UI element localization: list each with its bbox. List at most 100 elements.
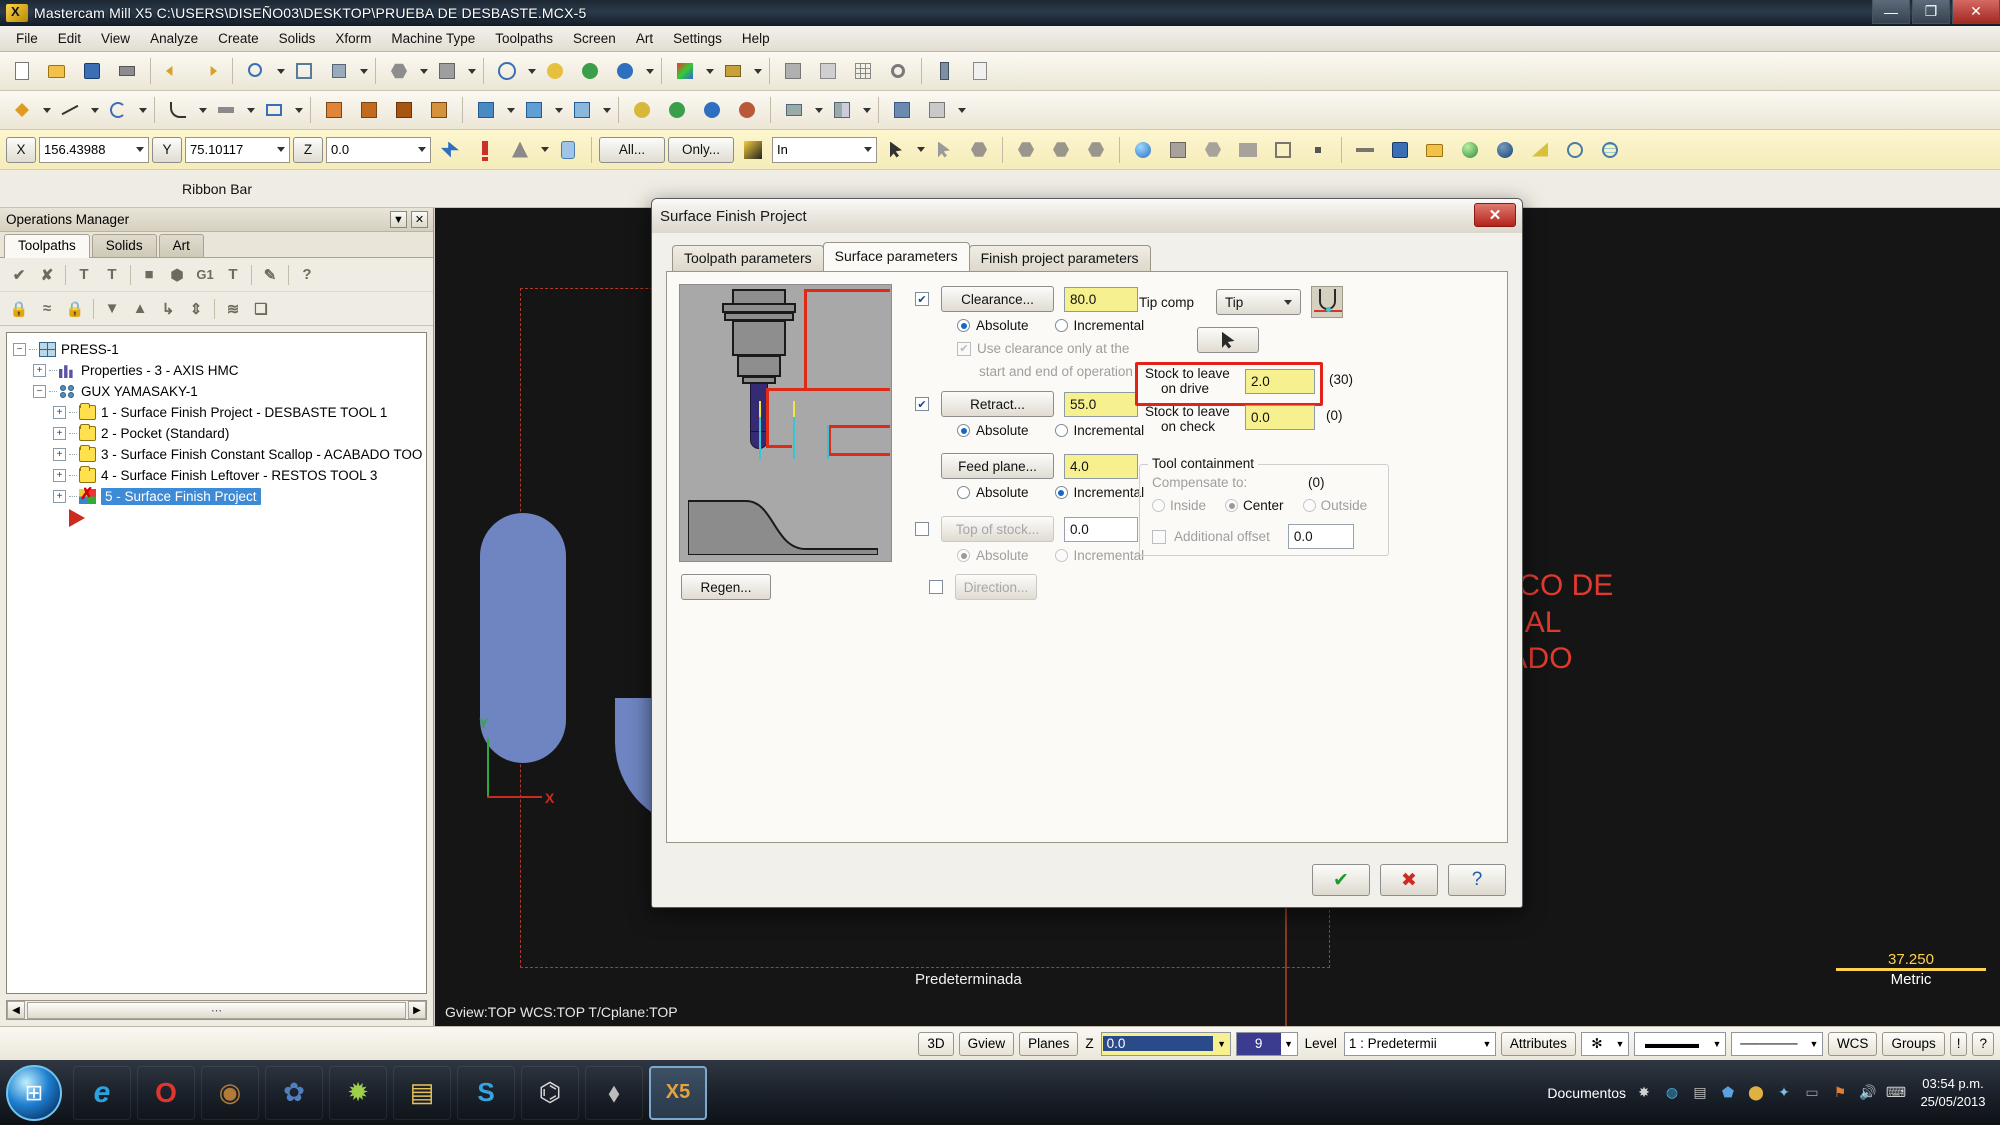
save-file-icon[interactable] <box>76 57 108 86</box>
status-planes-button[interactable]: Planes <box>1019 1031 1079 1056</box>
select-arrow-icon[interactable] <box>880 135 912 164</box>
top-of-stock-button[interactable]: Top of stock... <box>941 516 1054 542</box>
undo-icon[interactable] <box>158 57 190 86</box>
mask-group-icon[interactable] <box>1232 135 1264 164</box>
status-groups-button[interactable]: Groups <box>1882 1031 1945 1056</box>
status-gview-button[interactable]: Gview <box>958 1031 1015 1056</box>
blank-icon[interactable] <box>812 57 844 86</box>
help-ops-icon[interactable]: ? <box>294 262 320 288</box>
taskbar-skype-icon[interactable]: S <box>457 1065 515 1120</box>
select-cursor-icon[interactable] <box>928 135 960 164</box>
expander-op-4[interactable]: + <box>53 469 66 482</box>
clearance-absolute-radio[interactable] <box>957 319 970 332</box>
expander-op-3[interactable]: + <box>53 448 66 461</box>
menu-analyze[interactable]: Analyze <box>140 28 208 49</box>
top-of-stock-value-input[interactable]: 0.0 <box>1064 516 1138 542</box>
compensate-outside-radio[interactable] <box>1302 499 1316 512</box>
taskbar-mastercam-tool-icon[interactable]: ⌬ <box>521 1065 579 1120</box>
chevron-down-icon-color[interactable]: ▼ <box>1281 1033 1297 1055</box>
retract-value-input[interactable]: 55.0 <box>1064 391 1138 417</box>
select-all-ops-icon[interactable]: ✔ <box>6 262 32 288</box>
retract-absolute-radio[interactable] <box>957 424 970 437</box>
solid-loft-icon[interactable] <box>731 96 763 125</box>
taskbar-app-globe-icon[interactable]: ✿ <box>265 1065 323 1120</box>
chevron-down-icon-12[interactable] <box>199 107 207 113</box>
chevron-down-icon-16[interactable] <box>555 107 563 113</box>
retract-button[interactable]: Retract... <box>941 391 1054 417</box>
pocket-toolpath-icon[interactable] <box>388 96 420 125</box>
taskbar-app-ball-icon[interactable]: ◉ <box>201 1065 259 1120</box>
mask-point-icon[interactable] <box>1302 135 1334 164</box>
color-picker-icon[interactable] <box>669 57 701 86</box>
create-arc-icon[interactable] <box>102 96 134 125</box>
measure-icon[interactable] <box>1349 135 1381 164</box>
contour-toolpath-icon[interactable] <box>353 96 385 125</box>
chevron-down-icon-9[interactable] <box>43 107 51 113</box>
network-icon[interactable]: ✸ <box>1634 1083 1654 1103</box>
tree-node-gux-yamasaky[interactable]: − GUX YAMASAKY-1 <box>13 381 422 402</box>
chevron-down-icon-6[interactable] <box>646 68 654 74</box>
feed-plane-incremental-radio[interactable] <box>1054 486 1068 499</box>
status-wcs-button[interactable]: WCS <box>1827 1031 1878 1056</box>
chevron-down-icon-mid[interactable] <box>541 147 549 152</box>
chevron-down-icon-tipcomp[interactable] <box>1284 299 1293 305</box>
face-toolpath-icon[interactable] <box>423 96 455 125</box>
select-only-button[interactable]: Only... <box>668 136 734 163</box>
chevron-down-icon-10[interactable] <box>91 107 99 113</box>
save-as-icon[interactable] <box>1384 135 1416 164</box>
chevron-down-icon-point[interactable]: ▼ <box>1612 1033 1628 1055</box>
status-point-style[interactable]: ✻ ▼ <box>1580 1031 1629 1056</box>
scroll-thumb[interactable]: ⋯ <box>27 1001 406 1019</box>
panel-close-icon[interactable]: ✕ <box>411 211 428 228</box>
menu-edit[interactable]: Edit <box>48 28 91 49</box>
status-z-input[interactable]: 0.0 ▼ <box>1100 1031 1231 1056</box>
z-coord-label[interactable]: Z <box>293 136 323 163</box>
move-down-icon[interactable]: ▼ <box>99 296 125 322</box>
clearance-incremental-radio[interactable] <box>1054 319 1068 332</box>
analyze-icon[interactable] <box>777 57 809 86</box>
status-level-select[interactable]: 1 : Predetermii ▼ <box>1343 1031 1496 1056</box>
chevron-down-icon-13[interactable] <box>247 107 255 113</box>
top-of-stock-absolute-radio[interactable] <box>957 549 970 562</box>
chamfer-icon[interactable] <box>1524 135 1556 164</box>
sound-mixer-icon[interactable]: ▤ <box>1690 1083 1710 1103</box>
clearance-checkbox[interactable]: ✔ <box>915 292 929 306</box>
chevron-down-icon-sel[interactable] <box>917 147 925 152</box>
chevron-down-icon-11[interactable] <box>139 107 147 113</box>
chevron-down-icon-x[interactable] <box>136 147 144 152</box>
solid-revolve-icon[interactable] <box>661 96 693 125</box>
windows-start-orb[interactable]: ⊞ <box>6 1064 62 1121</box>
toggle-display-icon[interactable]: ≈ <box>34 296 60 322</box>
midpoint-icon[interactable] <box>504 135 536 164</box>
fit-screen-icon[interactable] <box>288 57 320 86</box>
view-top-icon[interactable] <box>431 57 463 86</box>
insert-arrow-icon[interactable]: ↳ <box>155 296 181 322</box>
xform-translate-icon[interactable] <box>778 96 810 125</box>
taskbar-clock[interactable]: 03:54 p.m. 25/05/2013 <box>1914 1075 1992 1110</box>
status-3d-button[interactable]: 3D <box>918 1031 954 1056</box>
dialog-help-button[interactable]: ? <box>1448 864 1506 896</box>
transfer-icon[interactable]: T <box>220 262 246 288</box>
xform-mirror-icon[interactable] <box>826 96 858 125</box>
zoom-mode-select[interactable]: In <box>772 136 877 163</box>
menu-screen[interactable]: Screen <box>563 28 626 49</box>
surface-finish-icon[interactable] <box>518 96 550 125</box>
flash-icon[interactable]: ✦ <box>1774 1083 1794 1103</box>
level-icon[interactable] <box>717 57 749 86</box>
close-button[interactable]: ✕ <box>1952 0 2000 24</box>
tab-surface-parameters[interactable]: Surface parameters <box>822 242 970 271</box>
additional-offset-input[interactable]: 0.0 <box>1287 524 1354 549</box>
menu-help[interactable]: Help <box>732 28 780 49</box>
direction-checkbox[interactable] <box>929 580 943 594</box>
taskbar-mastercam-knife-icon[interactable]: ⬧ <box>585 1065 643 1120</box>
taskbar-internet-explorer-icon[interactable]: e <box>73 1065 131 1120</box>
copy-op-icon[interactable]: ❏ <box>248 296 274 322</box>
regen-all-icon[interactable]: T <box>99 262 125 288</box>
shade-blue-icon[interactable] <box>609 57 641 86</box>
grid-icon[interactable] <box>847 57 879 86</box>
drill-toolpath-icon[interactable] <box>318 96 350 125</box>
verify-icon[interactable] <box>886 96 918 125</box>
menu-toolpaths[interactable]: Toolpaths <box>485 28 563 49</box>
stock-check-value-input[interactable]: 0.0 <box>1245 405 1315 430</box>
direction-button[interactable]: Direction... <box>955 574 1037 600</box>
